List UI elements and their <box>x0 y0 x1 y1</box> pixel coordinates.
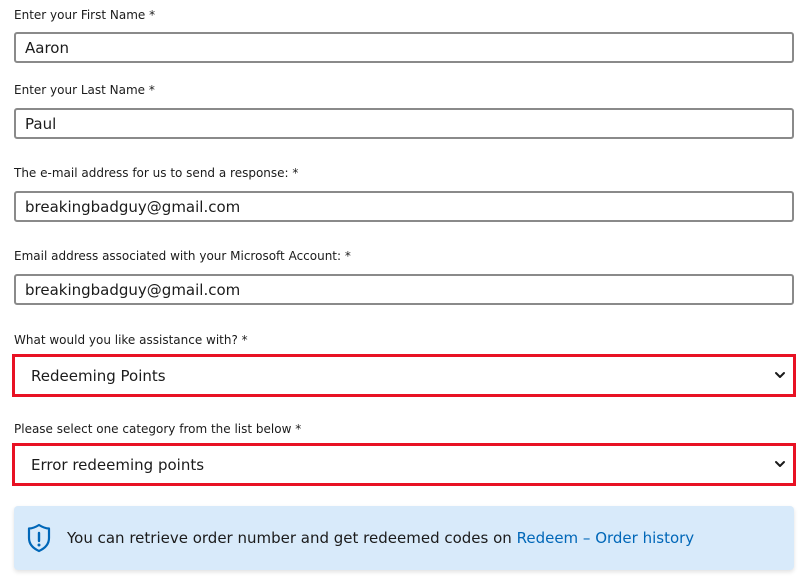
info-banner-text: You can retrieve order number and get re… <box>67 529 512 547</box>
account-email-label: Email address associated with your Micro… <box>14 249 351 263</box>
first-name-input[interactable] <box>14 32 794 63</box>
category-select[interactable]: Error redeeming points <box>12 443 796 486</box>
assistance-select[interactable]: Redeeming Points <box>12 354 796 397</box>
assistance-selected-value: Redeeming Points <box>31 367 166 385</box>
chevron-down-icon <box>775 461 785 467</box>
last-name-label: Enter your Last Name * <box>14 83 155 97</box>
chevron-down-icon <box>775 372 785 378</box>
info-banner-message: You can retrieve order number and get re… <box>67 529 694 547</box>
response-email-label: The e-mail address for us to send a resp… <box>14 166 299 180</box>
support-form: Enter your First Name * Enter your Last … <box>0 0 805 588</box>
category-label: Please select one category from the list… <box>14 422 302 436</box>
info-banner: You can retrieve order number and get re… <box>14 506 794 570</box>
last-name-input[interactable] <box>14 108 794 139</box>
assistance-label: What would you like assistance with? * <box>14 333 248 347</box>
shield-info-icon <box>27 523 51 553</box>
order-history-link[interactable]: Redeem – Order history <box>517 529 695 547</box>
first-name-label: Enter your First Name * <box>14 8 156 22</box>
category-selected-value: Error redeeming points <box>31 456 205 474</box>
account-email-input[interactable] <box>14 274 794 305</box>
response-email-input[interactable] <box>14 191 794 222</box>
